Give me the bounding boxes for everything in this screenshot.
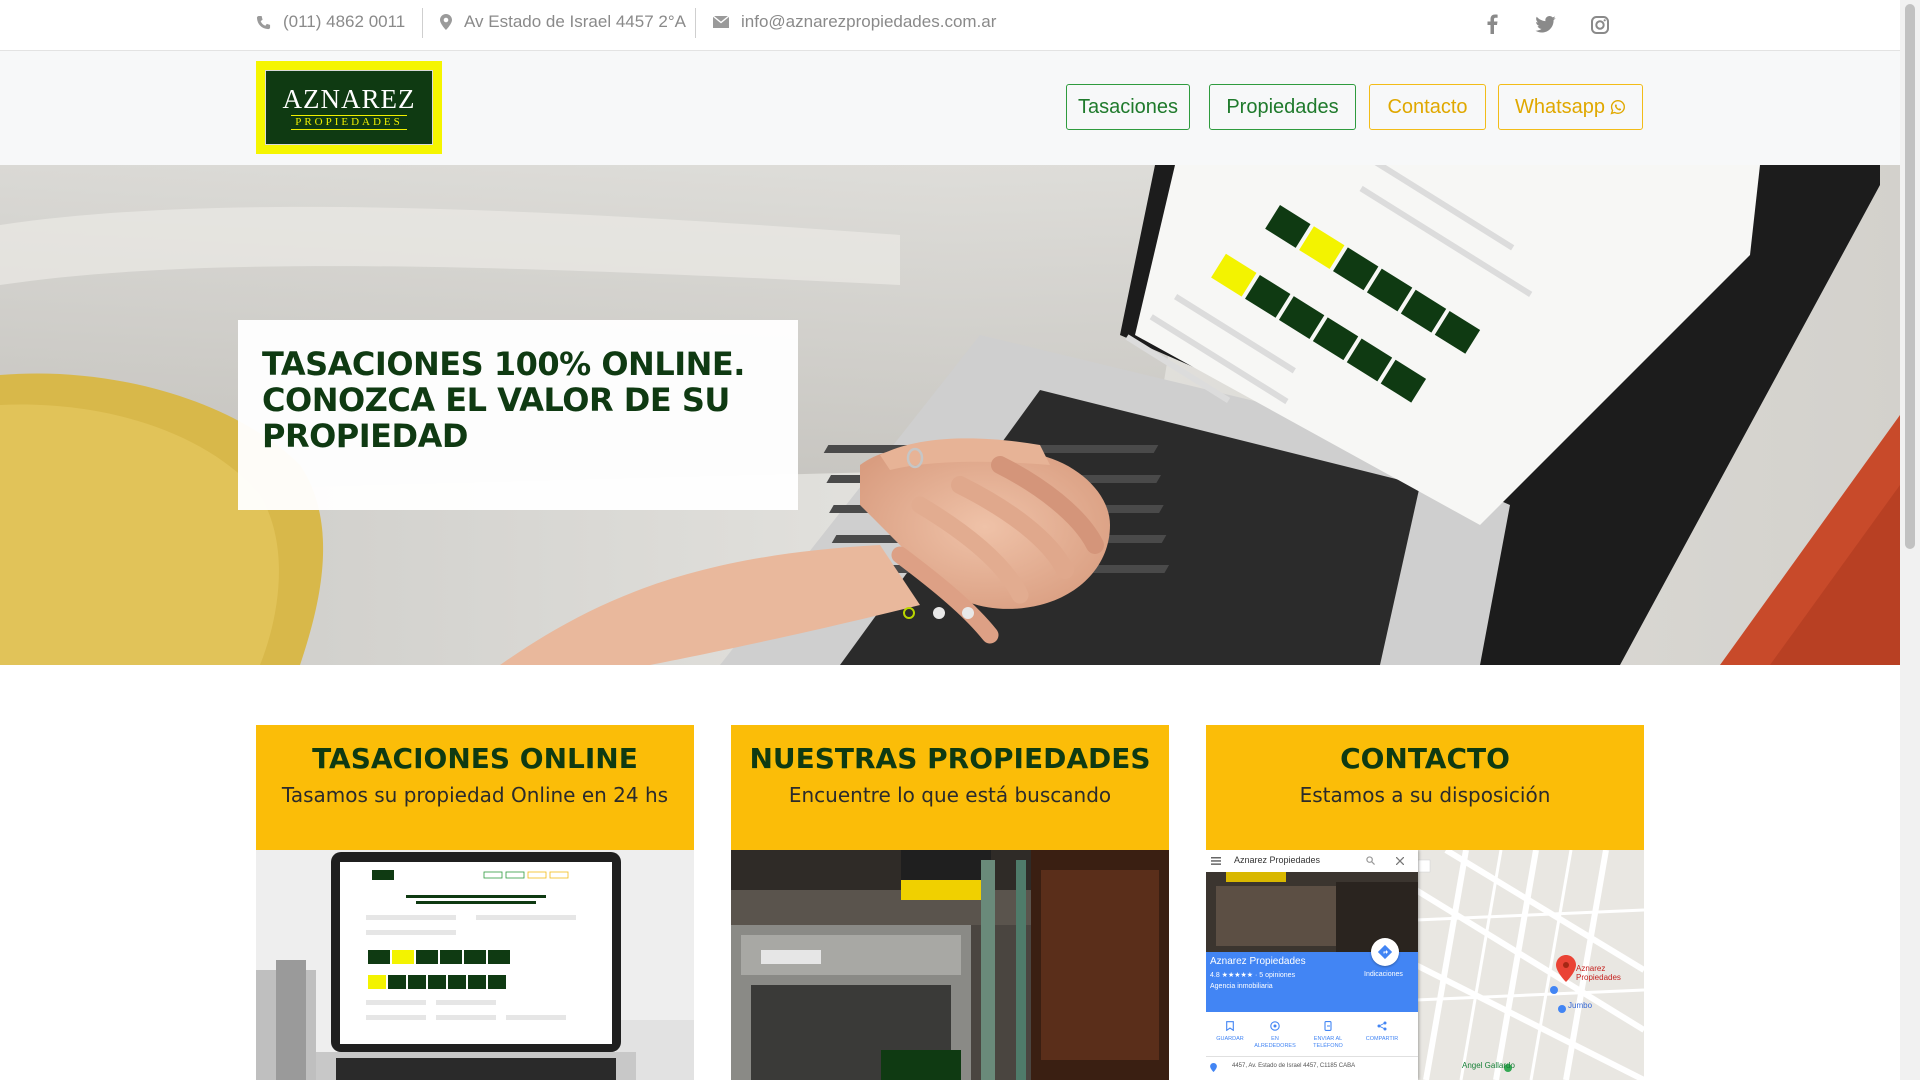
logo-plate: AZNAREZ PROPIEDADES bbox=[265, 70, 433, 145]
phone-number: (011) 4862 0011 bbox=[283, 12, 406, 31]
email-text: info@aznarezpropiedades.com.ar bbox=[741, 12, 997, 31]
action-share[interactable]: COMPARTIR bbox=[1358, 1018, 1406, 1043]
close-icon[interactable] bbox=[1396, 857, 1404, 865]
address-text: Av Estado de Israel 4457 2°A bbox=[464, 12, 686, 31]
logo-tagline: PROPIEDADES bbox=[291, 115, 407, 130]
facebook-icon[interactable] bbox=[1486, 14, 1498, 39]
bookmark-icon bbox=[1226, 1021, 1234, 1032]
action-label: GUARDAR bbox=[1216, 1036, 1244, 1042]
slider-dot-1[interactable] bbox=[903, 607, 915, 619]
logo-name: AZNAREZ bbox=[282, 84, 416, 114]
phone-contact[interactable]: (011) 4862 0011 bbox=[256, 0, 405, 44]
address-contact[interactable]: Av Estado de Israel 4457 2°A bbox=[440, 0, 686, 44]
hero-headline: TASACIONES 100% ONLINE. CONOZCA EL VALOR… bbox=[262, 345, 745, 455]
send-to-phone-icon bbox=[1324, 1021, 1332, 1031]
card-header: TASACIONES ONLINE Tasamos su propiedad O… bbox=[256, 725, 694, 850]
card-header: NUESTRAS PROPIEDADES Encuentre lo que es… bbox=[731, 725, 1169, 850]
hero-caption-card: TASACIONES 100% ONLINE. CONOZCA EL VALOR… bbox=[238, 320, 798, 510]
place-category: Agencia inmobiliaria bbox=[1210, 983, 1273, 990]
twitter-icon[interactable] bbox=[1535, 16, 1556, 38]
site-header: AZNAREZ PROPIEDADES Tasaciones Propiedad… bbox=[0, 51, 1900, 165]
map-search-text: Aznarez Propiedades bbox=[1234, 855, 1321, 865]
card-image-office-building bbox=[731, 850, 1169, 1080]
card-header: CONTACTO Estamos a su disposición bbox=[1206, 725, 1644, 850]
place-address-row: 4457, Av. Estado de Israel 4457, C1185 C… bbox=[1206, 1060, 1418, 1080]
email-contact[interactable]: info@aznarezpropiedades.com.ar bbox=[713, 0, 996, 44]
card-subtitle: Tasamos su propiedad Online en 24 hs bbox=[281, 783, 669, 807]
scrollbar-thumb[interactable] bbox=[1905, 4, 1915, 549]
map-place-panel: Aznarez Propiedades Aznarez Propiedades … bbox=[1206, 850, 1418, 1080]
action-label: COMPARTIR bbox=[1365, 1036, 1399, 1042]
card-image-laptop-form bbox=[256, 850, 694, 1080]
divider bbox=[422, 8, 423, 38]
map-marker-icon bbox=[440, 14, 452, 30]
action-send-phone[interactable]: ENVIAR AL TELÉFONO bbox=[1304, 1018, 1352, 1050]
place-address: 4457, Av. Estado de Israel 4457, C1185 C… bbox=[1232, 1063, 1356, 1069]
directions-button[interactable] bbox=[1371, 938, 1399, 966]
nav-label: Propiedades bbox=[1226, 95, 1339, 118]
map-pin-label: Aznarez Propiedades bbox=[1576, 964, 1621, 982]
card-image-map: Aznarez Propiedades Jumbo Angel Gallardo… bbox=[1206, 850, 1644, 1080]
card-title: NUESTRAS PROPIEDADES bbox=[749, 742, 1151, 775]
logo[interactable]: AZNAREZ PROPIEDADES bbox=[256, 61, 442, 154]
map-poi-jumbo: Jumbo bbox=[1568, 1001, 1593, 1010]
action-label: ENVIAR AL TELÉFONO bbox=[1313, 1036, 1343, 1049]
share-icon bbox=[1377, 1021, 1387, 1031]
place-info: Aznarez Propiedades 4.8 ★★★★★ · 5 opinio… bbox=[1206, 938, 1418, 1012]
whatsapp-icon bbox=[1610, 99, 1626, 115]
place-name: Aznarez Propiedades bbox=[1210, 956, 1306, 967]
instagram-icon[interactable] bbox=[1591, 16, 1609, 39]
place-rating: 4.8 ★★★★★ · 5 opiniones bbox=[1210, 972, 1296, 979]
nav-whatsapp-button[interactable]: Whatsapp bbox=[1498, 84, 1643, 130]
hero-slider: TASACIONES 100% ONLINE. CONOZCA EL VALOR… bbox=[0, 165, 1900, 665]
card-subtitle: Encuentre lo que está buscando bbox=[788, 783, 1112, 807]
nav-contacto-button[interactable]: Contacto bbox=[1369, 84, 1486, 130]
nav-label: Whatsapp bbox=[1514, 95, 1606, 118]
slider-dot-2[interactable] bbox=[933, 607, 945, 619]
nearby-icon bbox=[1270, 1021, 1280, 1031]
search-icon[interactable] bbox=[1366, 856, 1375, 865]
slider-dot-3[interactable] bbox=[962, 607, 974, 619]
place-actions: GUARDAR EN ALREDEDORES ENVIAR AL TELÉFON… bbox=[1206, 1012, 1418, 1057]
location-pin-icon bbox=[1210, 1063, 1217, 1072]
card-title: TASACIONES ONLINE bbox=[312, 742, 638, 775]
card-tasaciones-online[interactable]: TASACIONES ONLINE Tasamos su propiedad O… bbox=[256, 725, 694, 1080]
map-search-bar[interactable]: Aznarez Propiedades bbox=[1206, 850, 1418, 873]
nav-tasaciones-button[interactable]: Tasaciones bbox=[1066, 84, 1190, 130]
card-title: CONTACTO bbox=[1340, 742, 1510, 775]
card-contacto[interactable]: CONTACTO Estamos a su disposición Aznare… bbox=[1206, 725, 1644, 1080]
action-nearby[interactable]: EN ALREDEDORES bbox=[1252, 1018, 1298, 1050]
action-label: EN ALREDEDORES bbox=[1254, 1036, 1296, 1049]
menu-icon[interactable] bbox=[1211, 857, 1221, 865]
nav-label: Contacto bbox=[1387, 95, 1468, 118]
nav-propiedades-button[interactable]: Propiedades bbox=[1209, 84, 1356, 130]
card-nuestras-propiedades[interactable]: NUESTRAS PROPIEDADES Encuentre lo que es… bbox=[731, 725, 1169, 1080]
page-scrollbar[interactable] bbox=[1900, 0, 1920, 1080]
directions-label[interactable]: Indicaciones bbox=[1364, 971, 1403, 978]
nav-label: Tasaciones bbox=[1077, 95, 1179, 118]
divider bbox=[695, 8, 696, 38]
envelope-icon bbox=[713, 16, 729, 28]
directions-icon bbox=[1378, 945, 1392, 959]
top-bar: (011) 4862 0011 Av Estado de Israel 4457… bbox=[0, 0, 1900, 51]
map-poi-angel-gallardo: Angel Gallardo bbox=[1462, 1061, 1515, 1070]
phone-icon bbox=[256, 15, 271, 29]
card-subtitle: Estamos a su disposición bbox=[1299, 783, 1551, 807]
action-save[interactable]: GUARDAR bbox=[1212, 1018, 1248, 1043]
